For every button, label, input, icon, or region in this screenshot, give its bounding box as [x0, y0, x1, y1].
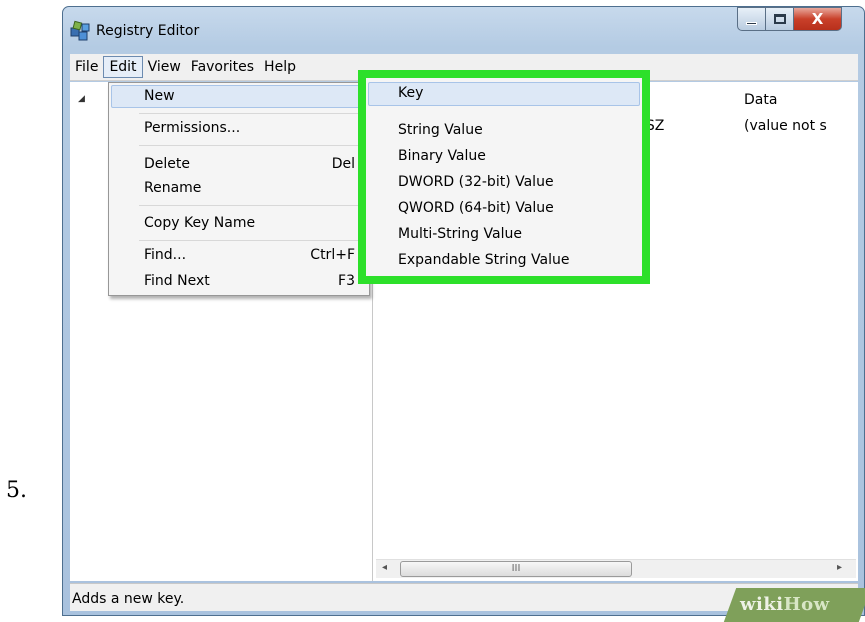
- find-next-shortcut: F3: [338, 273, 355, 289]
- submenu-string-value[interactable]: String Value: [398, 122, 483, 138]
- scroll-left-icon[interactable]: ◂: [382, 562, 387, 573]
- status-text: Adds a new key.: [72, 591, 185, 607]
- menu-separator: [139, 240, 365, 241]
- column-header-data[interactable]: Data: [744, 86, 777, 114]
- edit-menu-copy-key-name[interactable]: Copy Key Name: [144, 215, 255, 231]
- wikihow-how: How: [783, 594, 830, 615]
- close-icon: X: [811, 10, 824, 28]
- find-shortcut: Ctrl+F: [310, 247, 355, 263]
- wikihow-wiki: wiki: [740, 594, 784, 615]
- menu-file[interactable]: File: [70, 57, 103, 77]
- edit-menu-find-next[interactable]: Find Next: [144, 273, 210, 289]
- menu-separator: [139, 145, 365, 146]
- menu-separator: [139, 113, 365, 114]
- minimize-button[interactable]: [737, 7, 766, 31]
- window-title: Registry Editor: [96, 23, 200, 39]
- edit-menu-delete[interactable]: Delete: [144, 156, 190, 172]
- submenu-key[interactable]: Key: [398, 85, 423, 101]
- wikihow-watermark: wikiHow: [740, 594, 830, 615]
- submenu-binary-value[interactable]: Binary Value: [398, 148, 486, 164]
- edit-menu-permissions[interactable]: Permissions...: [144, 120, 240, 136]
- horizontal-scrollbar[interactable]: ◂ III ▸: [376, 559, 856, 578]
- edit-menu-find[interactable]: Find...: [144, 247, 186, 263]
- edit-menu: New Permissions... Delete Del Rename Cop…: [108, 82, 370, 296]
- registry-editor-icon: [70, 20, 90, 41]
- maximize-button[interactable]: [766, 7, 794, 31]
- menu-edit[interactable]: Edit: [103, 56, 143, 78]
- close-button[interactable]: X: [794, 7, 842, 31]
- submenu-qword-value[interactable]: QWORD (64-bit) Value: [398, 200, 554, 216]
- menu-view[interactable]: View: [143, 57, 186, 77]
- menu-separator: [139, 205, 365, 206]
- delete-shortcut: Del: [331, 156, 355, 172]
- maximize-icon: [773, 14, 786, 24]
- submenu-dword-value[interactable]: DWORD (32-bit) Value: [398, 174, 554, 190]
- submenu-expandable-string-value[interactable]: Expandable String Value: [398, 252, 569, 268]
- expand-arrow-icon[interactable]: ◢: [78, 94, 85, 104]
- new-submenu: Key String Value Binary Value DWORD (32-…: [358, 70, 650, 284]
- scrollbar-thumb[interactable]: III: [400, 561, 632, 577]
- submenu-multi-string-value[interactable]: Multi-String Value: [398, 226, 522, 242]
- title-bar[interactable]: Registry Editor X: [63, 7, 864, 53]
- menu-help[interactable]: Help: [259, 57, 301, 77]
- scroll-right-icon[interactable]: ▸: [837, 562, 842, 573]
- menu-favorites[interactable]: Favorites: [186, 57, 259, 77]
- step-number: 5.: [6, 478, 27, 503]
- edit-menu-new[interactable]: New: [144, 88, 175, 104]
- edit-menu-rename[interactable]: Rename: [144, 180, 201, 196]
- value-data-cell[interactable]: (value not s: [744, 118, 827, 134]
- minimize-icon: [746, 21, 757, 25]
